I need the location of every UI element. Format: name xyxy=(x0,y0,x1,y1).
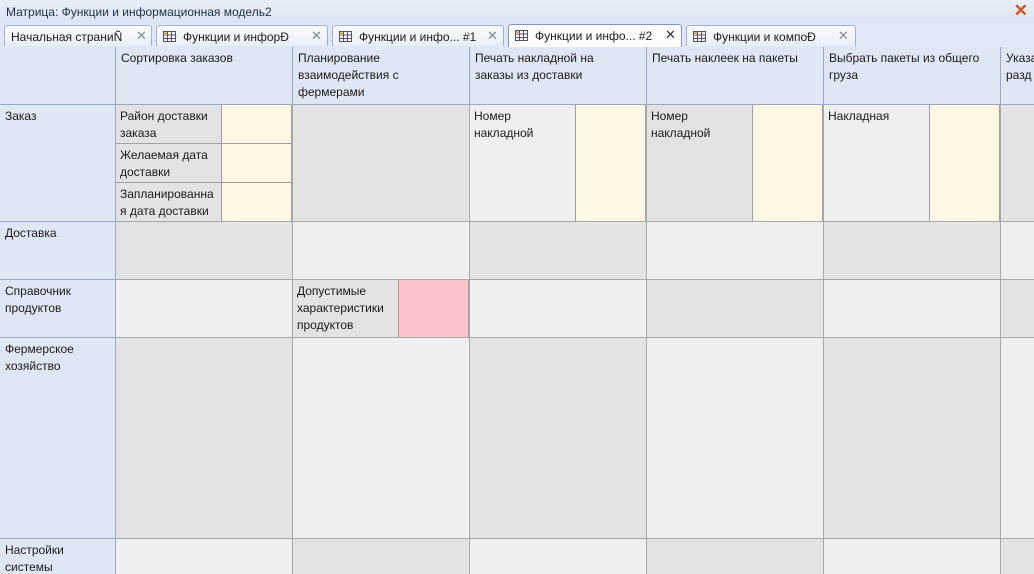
column-header-label: Планирование взаимодействия с фермерами xyxy=(298,51,399,99)
column-header-label: Сортировка заказов xyxy=(121,51,233,65)
attribute-item[interactable]: Желаемая дата доставки xyxy=(116,144,222,183)
matrix-cell[interactable] xyxy=(647,338,824,539)
attribute-marker[interactable] xyxy=(222,183,292,221)
close-tab-icon[interactable]: ✕ xyxy=(136,28,147,44)
matrix-cell[interactable] xyxy=(824,222,1001,280)
matrix-cell[interactable]: Номер накладной xyxy=(647,105,824,222)
matrix-cell[interactable] xyxy=(647,222,824,280)
attribute-label: Запланированная дата доставки xyxy=(120,187,214,218)
attribute-item[interactable]: Допустимые характеристики продуктов xyxy=(293,280,399,337)
matrix-cell[interactable] xyxy=(1001,539,1034,574)
matrix-cell[interactable] xyxy=(1001,338,1034,539)
row-header-settings[interactable]: Настройки системы xyxy=(0,539,116,574)
close-tab-icon[interactable]: ✕ xyxy=(487,28,498,44)
tab-functions-info-1[interactable]: Функции и инфо... #1 ✕ xyxy=(332,25,504,46)
column-header-label: Печать накладной на заказы из доставки xyxy=(475,51,594,82)
tab-functions-info-model[interactable]: Функции и инфорÐ ✕ xyxy=(156,25,328,46)
row-header-label: Справочник продуктов xyxy=(5,284,71,315)
attribute-marker[interactable] xyxy=(930,105,1000,221)
attribute-item[interactable]: Район доставки заказа xyxy=(116,105,222,144)
matrix-cell[interactable] xyxy=(1001,280,1034,338)
matrix-cell[interactable]: Накладная xyxy=(824,105,1001,222)
matrix-cell[interactable] xyxy=(647,539,824,574)
attribute-marker[interactable] xyxy=(222,105,292,144)
window-titlebar: Матрица: Функции и информационная модель… xyxy=(0,0,1034,24)
matrix-cell[interactable] xyxy=(293,338,470,539)
column-header-specify[interactable]: Указа разд xyxy=(1001,47,1034,105)
row-header-farm[interactable]: Фермерское хозяйство xyxy=(0,338,116,539)
matrix-cell[interactable] xyxy=(1001,105,1034,222)
tab-functions-info-2[interactable]: Функции и инфо... #2 ✕ xyxy=(508,24,682,47)
matrix-cell[interactable] xyxy=(647,280,824,338)
tab-label: Функции и инфорÐ xyxy=(183,30,289,44)
matrix-cell[interactable]: Номер накладной xyxy=(470,105,647,222)
attribute-marker[interactable] xyxy=(399,280,469,337)
matrix-grid-icon xyxy=(515,30,528,41)
tab-label: Функции и инфо... #2 xyxy=(535,29,653,43)
matrix-cell[interactable] xyxy=(116,280,293,338)
matrix-grid: Сортировка заказов Планирование взаимоде… xyxy=(0,47,1034,574)
matrix-cell[interactable] xyxy=(116,338,293,539)
document-tabs: Начальная страниÑ ✕ Функции и инфорÐ ✕ Ф… xyxy=(0,23,1034,48)
matrix-cell[interactable] xyxy=(470,222,647,280)
tab-label: Начальная страниÑ xyxy=(11,30,123,44)
matrix-cell[interactable] xyxy=(824,338,1001,539)
tab-label: Функции и инфо... #1 xyxy=(359,30,477,44)
matrix-cell[interactable] xyxy=(470,338,647,539)
matrix-cell[interactable] xyxy=(116,222,293,280)
attribute-label: Желаемая дата доставки xyxy=(120,148,208,179)
matrix-cell[interactable]: Допустимые характеристики продуктов xyxy=(293,280,470,338)
matrix-cell[interactable] xyxy=(824,539,1001,574)
attribute-label: Номер накладной xyxy=(474,109,534,140)
attribute-item[interactable]: Номер накладной xyxy=(470,105,576,221)
matrix-cell[interactable] xyxy=(824,280,1001,338)
matrix-cell[interactable] xyxy=(293,105,470,222)
row-header-delivery[interactable]: Доставка xyxy=(0,222,116,280)
row-header-label: Заказ xyxy=(5,109,37,123)
row-header-products[interactable]: Справочник продуктов xyxy=(0,280,116,338)
column-header-label: Печать наклеек на пакеты xyxy=(652,51,798,65)
column-header-label: Выбрать пакеты из общего груза xyxy=(829,51,980,82)
window-title: Матрица: Функции и информационная модель… xyxy=(6,5,272,19)
matrix-cell[interactable] xyxy=(293,222,470,280)
attribute-marker[interactable] xyxy=(753,105,823,221)
attribute-item[interactable]: Запланированная дата доставки xyxy=(116,183,222,221)
column-header-label: Указа разд xyxy=(1006,51,1034,82)
column-header-sort-orders[interactable]: Сортировка заказов xyxy=(116,47,293,105)
matrix-cell[interactable]: Район доставки заказа Желаемая дата дост… xyxy=(116,105,293,222)
corner-header xyxy=(0,47,116,105)
tab-functions-components[interactable]: Функции и компоÐ ✕ xyxy=(686,25,856,46)
close-tab-icon[interactable]: ✕ xyxy=(311,28,322,44)
matrix-grid-icon xyxy=(693,31,706,42)
matrix-grid-icon xyxy=(339,31,352,42)
attribute-label: Район доставки заказа xyxy=(120,109,208,140)
attribute-label: Номер накладной xyxy=(651,109,711,140)
column-header-print-labels[interactable]: Печать наклеек на пакеты xyxy=(647,47,824,105)
attribute-item[interactable]: Накладная xyxy=(824,105,930,221)
column-header-pick-packages[interactable]: Выбрать пакеты из общего груза xyxy=(824,47,1001,105)
matrix-cell[interactable] xyxy=(116,539,293,574)
column-header-planning[interactable]: Планирование взаимодействия с фермерами xyxy=(293,47,470,105)
row-header-label: Настройки системы xyxy=(5,543,64,574)
attribute-marker[interactable] xyxy=(222,144,292,183)
matrix-cell[interactable] xyxy=(470,280,647,338)
tab-start-page[interactable]: Начальная страниÑ ✕ xyxy=(4,25,152,46)
close-window-icon[interactable]: ✕ xyxy=(1014,1,1028,21)
close-tab-icon[interactable]: ✕ xyxy=(665,27,676,43)
row-header-label: Доставка xyxy=(5,226,57,240)
matrix-cell[interactable] xyxy=(293,539,470,574)
matrix-cell[interactable] xyxy=(1001,222,1034,280)
tab-label: Функции и компоÐ xyxy=(713,30,816,44)
attribute-label: Накладная xyxy=(828,109,890,123)
attribute-marker[interactable] xyxy=(576,105,646,221)
close-tab-icon[interactable]: ✕ xyxy=(838,28,849,44)
matrix-cell[interactable] xyxy=(470,539,647,574)
attribute-item[interactable]: Номер накладной xyxy=(647,105,753,221)
matrix-grid-icon xyxy=(163,31,176,42)
attribute-label: Допустимые характеристики продуктов xyxy=(297,284,384,332)
row-header-order[interactable]: Заказ xyxy=(0,105,116,222)
row-header-label: Фермерское хозяйство xyxy=(5,342,74,373)
column-header-print-invoice[interactable]: Печать накладной на заказы из доставки xyxy=(470,47,647,105)
